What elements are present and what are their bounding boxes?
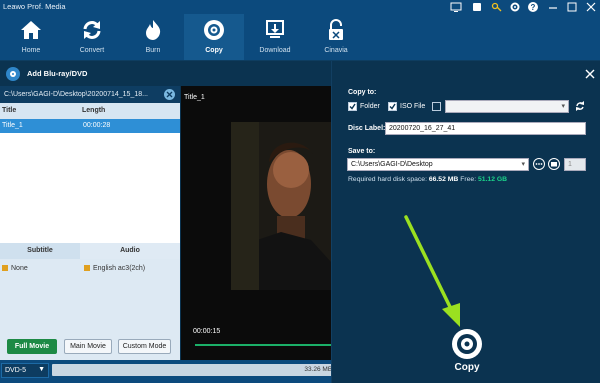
column-title: Title <box>2 107 17 114</box>
target-drive-select[interactable]: ▾ <box>445 100 569 113</box>
save-path-value: C:\Users\GAGI-D\Desktop <box>351 161 433 168</box>
help-icon[interactable]: ? <box>527 1 539 13</box>
add-disc-icon[interactable] <box>6 67 20 81</box>
hdd-required: 66.52 MB <box>428 176 459 183</box>
download-icon <box>266 20 284 38</box>
hdd-free-label: Free: <box>458 176 478 183</box>
monitor-icon[interactable] <box>450 1 462 13</box>
tool-convert-label: Convert <box>79 47 105 54</box>
maximize-icon[interactable] <box>566 1 578 13</box>
convert-icon <box>83 21 101 39</box>
track-row: None English ac3(2ch) <box>0 259 180 339</box>
home-icon <box>21 21 41 39</box>
copy-icon <box>204 20 224 40</box>
tool-copy-label: Copy <box>205 47 223 54</box>
speaker-icon <box>84 265 90 271</box>
full-movie-button[interactable]: Full Movie <box>7 339 57 354</box>
folder-label: Folder <box>360 103 380 110</box>
disk-space-info: Required hard disk space: 66.52 MB Free:… <box>348 176 507 183</box>
copy-disc-icon[interactable] <box>451 328 483 360</box>
main-movie-button[interactable]: Main Movie <box>64 339 112 354</box>
cart-icon[interactable] <box>471 1 483 13</box>
burn-to-disc-checkbox[interactable] <box>432 102 441 111</box>
tool-convert[interactable]: Convert <box>62 14 122 60</box>
row-length: 00:00:28 <box>83 122 111 129</box>
cinavia-icon <box>329 19 343 40</box>
title-table-header: Title Length <box>0 103 180 119</box>
minimize-icon[interactable] <box>547 1 559 13</box>
tool-download[interactable]: Download <box>245 14 305 60</box>
video-frame <box>231 122 331 290</box>
save-to-label: Save to: <box>348 148 376 155</box>
disc-type-value: DVD-5 <box>5 367 27 374</box>
iso-file-label: ISO File <box>400 103 426 110</box>
hdd-free: 51.12 GB <box>477 176 508 183</box>
tool-cinavia-label: Cinavia <box>324 47 348 54</box>
tool-burn-label: Burn <box>145 47 161 54</box>
iso-file-checkbox[interactable] <box>388 102 397 111</box>
pointer-arrow <box>404 215 460 327</box>
title-bar: Leawo Prof. Media ? <box>0 0 600 14</box>
copy-to-label: Copy to: <box>348 89 377 96</box>
chevron-down-icon: ▾ <box>521 161 525 168</box>
browse-more-icon[interactable] <box>533 158 545 170</box>
gear-icon[interactable] <box>509 1 521 13</box>
folder-checkbox[interactable] <box>348 102 357 111</box>
open-folder-icon[interactable] <box>548 158 560 170</box>
disc-label-input[interactable]: 20200720_16_27_41 <box>385 122 586 135</box>
video-preview: Title_1 00:00:15 <box>181 86 331 360</box>
audio-select[interactable]: English ac3(2ch) <box>93 265 145 272</box>
close-icon[interactable] <box>585 1 597 13</box>
copy-button[interactable]: Copy <box>447 362 487 373</box>
chevron-down-icon: ▾ <box>561 103 565 110</box>
svg-text:?: ? <box>531 3 536 12</box>
refresh-icon[interactable] <box>574 100 586 112</box>
tool-download-label: Download <box>259 47 291 54</box>
source-path-bar: C:\Users\GAGI-D\Desktop\20200714_15_18..… <box>0 86 180 103</box>
column-length: Length <box>82 107 106 114</box>
save-path-select[interactable]: C:\Users\GAGI-D\Desktop ▾ <box>347 158 529 171</box>
speaker-icon <box>2 265 8 271</box>
preview-title: Title_1 <box>184 94 205 101</box>
track-header: Subtitle Audio <box>0 243 180 259</box>
chevron-down-icon: ▼ <box>38 366 45 373</box>
row-title: Title_1 <box>2 122 23 129</box>
subtitle-select[interactable]: None <box>11 265 28 272</box>
hdd-prefix: Required hard disk space: <box>348 176 429 183</box>
app-title: Leawo Prof. Media <box>3 2 66 11</box>
key-icon[interactable] <box>491 1 503 13</box>
main-toolbar: Home Convert Burn Copy Download Cinavia <box>0 14 600 60</box>
copy-count-select[interactable]: 1 <box>564 158 586 171</box>
playback-progress[interactable] <box>195 344 331 346</box>
tool-burn[interactable]: Burn <box>123 14 183 60</box>
mode-button-bar: Full Movie Main Movie Custom Mode <box>0 339 180 360</box>
tool-home-label: Home <box>21 47 41 54</box>
custom-mode-button[interactable]: Custom Mode <box>118 339 171 354</box>
playback-time: 00:00:15 <box>193 328 221 335</box>
tool-home[interactable]: Home <box>1 14 61 60</box>
copy-count-value: 1 <box>568 161 572 168</box>
table-row[interactable]: Title_1 00:00:28 <box>0 119 180 133</box>
source-path: C:\Users\GAGI-D\Desktop\20200714_15_18..… <box>4 91 148 98</box>
capacity-text: 33.26 MB/ <box>304 366 334 373</box>
tool-copy[interactable]: Copy <box>184 14 244 60</box>
burn-icon <box>146 20 161 40</box>
subtitle-header: Subtitle <box>0 243 80 259</box>
disc-type-select[interactable]: DVD-5 ▼ <box>1 363 49 378</box>
add-bluray-dvd-button[interactable]: Add Blu-ray/DVD <box>27 69 87 78</box>
remove-source-icon[interactable] <box>164 89 175 100</box>
tool-cinavia[interactable]: Cinavia <box>306 14 366 60</box>
close-panel-icon[interactable] <box>585 69 595 79</box>
capacity-bar: 33.26 MB/ <box>52 364 336 376</box>
title-list-panel: C:\Users\GAGI-D\Desktop\20200714_15_18..… <box>0 86 180 360</box>
copy-settings-panel: Copy to: Folder ISO File ▾ Disc Label: 2… <box>331 61 600 383</box>
disc-label-label: Disc Label: <box>348 125 386 132</box>
audio-header: Audio <box>80 243 180 259</box>
